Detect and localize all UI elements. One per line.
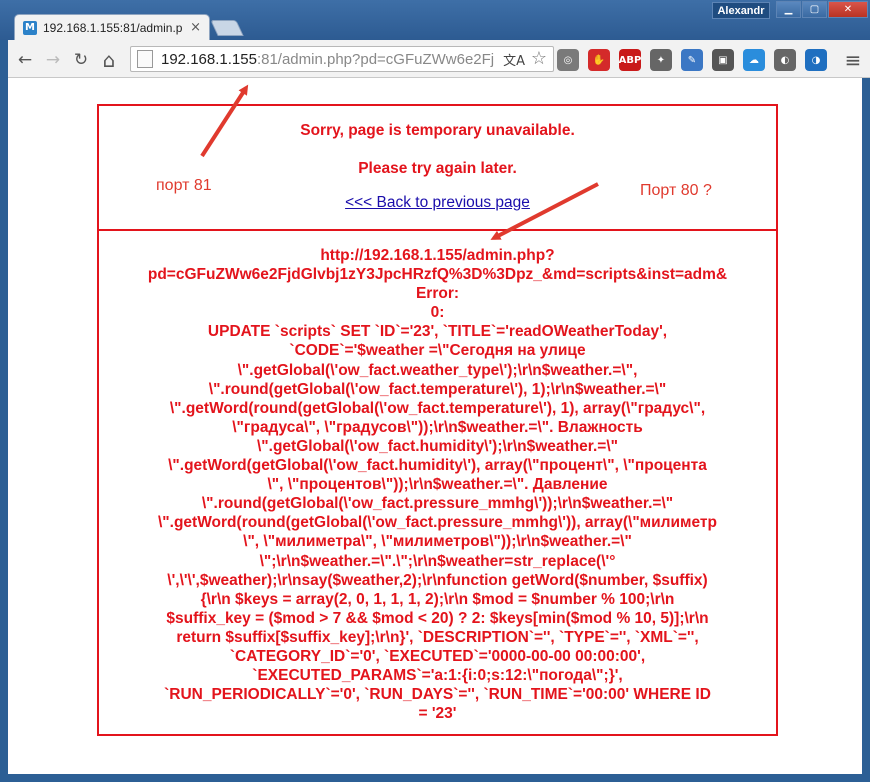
majordomo-favicon-icon: M xyxy=(23,20,37,35)
sync-extension-icon[interactable]: ◎ xyxy=(557,49,579,71)
box-divider xyxy=(99,229,776,231)
error-line: \", \"милиметра\", \"милиметров\"));\r\n… xyxy=(243,533,632,551)
error-line: `CATEGORY_ID`='0', `EXECUTED`='0000-00-0… xyxy=(229,647,646,665)
maximize-button[interactable]: ▢ xyxy=(802,1,827,18)
translate-icon[interactable]: 文A xyxy=(503,50,525,69)
page-icon xyxy=(137,50,153,68)
error-line: \".getWord(round(getGlobal(\'ow_fact.pre… xyxy=(158,514,717,532)
error-line: 0: xyxy=(430,304,445,322)
stop-extension-icon[interactable]: ✋ xyxy=(588,49,610,71)
error-line: \".getWord(getGlobal(\'ow_fact.humidity\… xyxy=(168,457,707,475)
forward-icon[interactable]: → xyxy=(42,49,64,71)
error-line: {\r\n $keys = array(2, 0, 1, 1, 1, 2);\r… xyxy=(200,590,675,608)
reload-icon[interactable]: ↻ xyxy=(70,49,92,71)
error-details: http://192.168.1.155/admin.php? pd=cGFuZW… xyxy=(107,246,768,723)
error-line: \".round(getGlobal(\'ow_fact.temperature… xyxy=(208,380,667,398)
new-tab-button[interactable] xyxy=(210,20,244,36)
camera-extension-icon[interactable]: ▣ xyxy=(712,49,734,71)
title-bar: M 192.168.1.155:81/admin.p × Alexandr ▁ … xyxy=(0,0,870,40)
browser-toolbar: ← → ↻ ⌂ 192.168.1.155:81/admin.php?pd=cG… xyxy=(8,40,870,78)
browser-tab[interactable]: M 192.168.1.155:81/admin.p × xyxy=(14,14,210,40)
globe-extension-icon[interactable]: ◑ xyxy=(805,49,827,71)
page-content: Sorry, page is temporary unavailable. Pl… xyxy=(8,78,862,774)
error-line: \";\r\n$weather.=\".\";\r\n$weather=str_… xyxy=(259,552,616,570)
error-line: \".getGlobal(\'ow_fact.humidity\');\r\n$… xyxy=(257,437,618,455)
error-line: $suffix_key = ($mod > 7 && $mod < 20) ? … xyxy=(166,609,709,627)
pen-extension-icon[interactable]: ✎ xyxy=(681,49,703,71)
menu-icon[interactable]: ≡ xyxy=(842,48,864,72)
browser-window: M 192.168.1.155:81/admin.p × Alexandr ▁ … xyxy=(0,0,870,782)
try-again-message: Please try again later. xyxy=(358,160,517,177)
satellite-extension-icon[interactable]: ✦ xyxy=(650,49,672,71)
abp-extension-icon[interactable]: ABP xyxy=(619,49,641,71)
url-text[interactable]: 192.168.1.155:81/admin.php?pd=cGFuZWw6e2… xyxy=(161,51,513,68)
error-line: http://192.168.1.155/admin.php? xyxy=(320,247,555,264)
address-bar[interactable]: 192.168.1.155:81/admin.php?pd=cGFuZWw6e2… xyxy=(130,46,554,72)
error-line: \", \"процентов\"));\r\n$weather.=\". Да… xyxy=(267,476,608,494)
back-icon[interactable]: ← xyxy=(14,49,36,71)
error-line: UPDATE `scripts` SET `ID`='23', `TITLE`=… xyxy=(207,323,668,341)
error-line: `EXECUTED_PARAMS`='a:1:{i:0;s:12:\"погод… xyxy=(252,667,623,685)
unavailable-message: Sorry, page is temporary unavailable. xyxy=(300,122,575,139)
close-window-button[interactable]: ✕ xyxy=(828,1,868,18)
error-line: pd=cGFuZWw6e2FjdGlvbj1zY3JpcHRzfQ%3D%3Dp… xyxy=(147,266,728,284)
bookmark-star-icon[interactable]: ☆ xyxy=(531,48,547,69)
tab-close-icon[interactable]: × xyxy=(190,20,201,35)
error-line: `RUN_PERIODICALLY`='0', `RUN_DAYS`='', `… xyxy=(164,686,711,704)
home-icon[interactable]: ⌂ xyxy=(98,48,120,72)
profile-button[interactable]: Alexandr xyxy=(712,2,770,19)
error-line: = '23' xyxy=(418,705,457,723)
error-line: \"градуса\", \"градусов\"));\r\n$weather… xyxy=(232,418,643,436)
cloud-extension-icon[interactable]: ☁ xyxy=(743,49,765,71)
error-line: \".getWord(round(getGlobal(\'ow_fact.tem… xyxy=(169,399,706,417)
error-line: return $suffix[$suffix_key];\r\n}', `DES… xyxy=(176,628,699,646)
minimize-button[interactable]: ▁ xyxy=(776,1,801,18)
url-host: 192.168.1.155 xyxy=(161,50,257,68)
error-line: \".round(getGlobal(\'ow_fact.pressure_mm… xyxy=(201,495,674,513)
error-line: \".getGlobal(\'ow_fact.weather_type\');\… xyxy=(237,361,638,379)
error-line: Error: xyxy=(415,285,460,303)
port-81-annotation: порт 81 xyxy=(156,177,212,194)
error-line: \',\'\',$weather);\r\nsay($weather,2);\r… xyxy=(167,571,708,589)
cup-extension-icon[interactable]: ◐ xyxy=(774,49,796,71)
tab-title: 192.168.1.155:81/admin.p xyxy=(43,20,183,35)
error-line: `CODE`='$weather =\"Сегодня на улице xyxy=(289,342,586,360)
port-80-annotation: Порт 80 ? xyxy=(640,182,712,199)
url-rest: :81/admin.php?pd=cGFuZWw6e2Fj xyxy=(256,50,495,68)
